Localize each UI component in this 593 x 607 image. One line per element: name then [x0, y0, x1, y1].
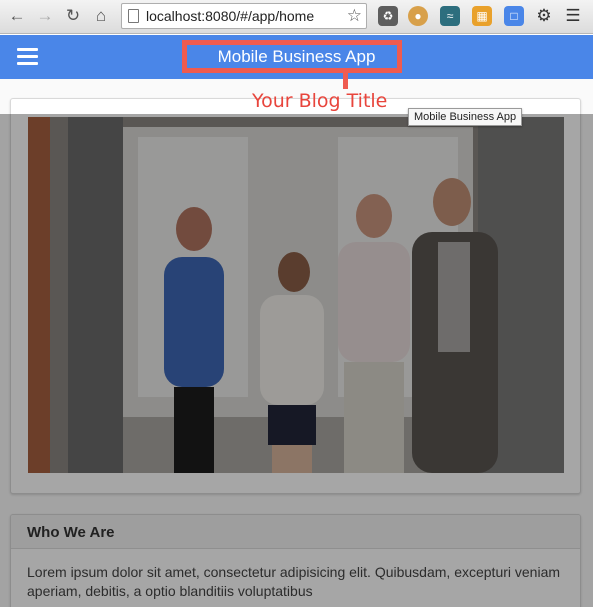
- menu-icon[interactable]: ☰: [563, 6, 583, 26]
- forward-arrow-icon[interactable]: →: [34, 5, 56, 27]
- url-text: localhost:8080/#/app/home: [146, 8, 315, 24]
- dim-overlay: [0, 114, 593, 607]
- home-icon[interactable]: ⌂: [90, 5, 112, 27]
- back-arrow-icon[interactable]: ←: [6, 5, 28, 27]
- annotation-highlight-box: [182, 40, 402, 73]
- gear-icon[interactable]: ⚙: [534, 6, 554, 26]
- recycle-icon[interactable]: ♻: [378, 6, 398, 26]
- address-bar[interactable]: localhost:8080/#/app/home ☆: [121, 3, 367, 29]
- annotation-connector: [343, 73, 348, 89]
- folder-icon[interactable]: □: [504, 6, 524, 26]
- bookmark-star-icon[interactable]: ☆: [347, 6, 362, 26]
- browser-toolbar: ← → ↻ ⌂ localhost:8080/#/app/home ☆ ♻ ● …: [0, 0, 593, 34]
- cookie-icon[interactable]: ●: [408, 6, 428, 26]
- annotation-label: Your Blog Title: [252, 90, 388, 112]
- hierarchy-icon[interactable]: ▦: [472, 6, 492, 26]
- wave-icon[interactable]: ≈: [440, 6, 460, 26]
- reload-icon[interactable]: ↻: [62, 5, 84, 27]
- title-tooltip: Mobile Business App: [408, 108, 523, 126]
- page-icon: [128, 9, 139, 23]
